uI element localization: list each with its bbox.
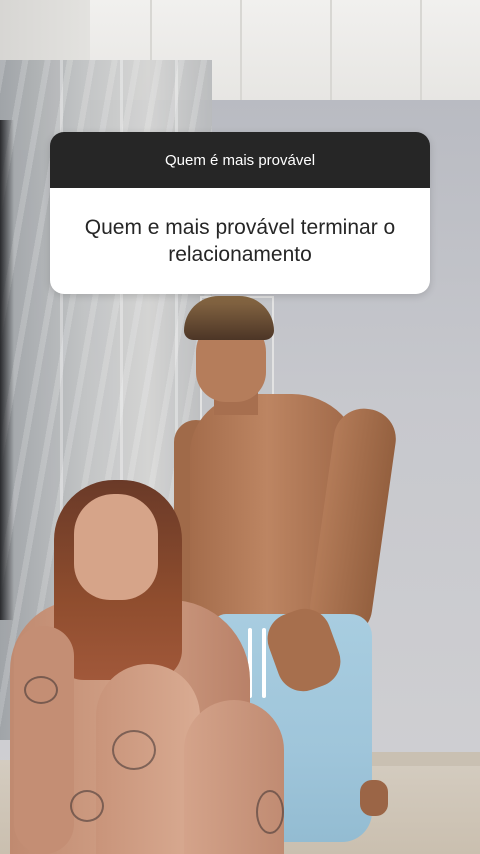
shorts-drawstring xyxy=(262,628,266,698)
story-viewer: Quem é mais provável Quem e mais prováve… xyxy=(0,0,480,854)
man-foot xyxy=(360,780,388,816)
tattoo xyxy=(70,790,104,822)
baseboard xyxy=(360,752,480,766)
woman-face xyxy=(74,494,158,600)
woman-arm xyxy=(14,626,74,854)
tattoo xyxy=(112,730,156,770)
ceiling-seam xyxy=(240,0,242,100)
ceiling-seam xyxy=(420,0,422,100)
man-hair xyxy=(184,296,274,340)
doorframe-shadow xyxy=(0,120,14,620)
question-sticker-answer: Quem e mais provável terminar o relacion… xyxy=(84,216,396,266)
ceiling-seam xyxy=(330,0,332,100)
tattoo xyxy=(24,676,58,704)
tattoo xyxy=(256,790,284,834)
question-sticker-title: Quem é mais provável xyxy=(164,151,316,169)
question-sticker[interactable]: Quem é mais provável Quem e mais prováve… xyxy=(50,132,430,294)
question-sticker-answer-box: Quem e mais provável terminar o relacion… xyxy=(50,188,430,294)
question-sticker-header: Quem é mais provável xyxy=(50,132,430,188)
